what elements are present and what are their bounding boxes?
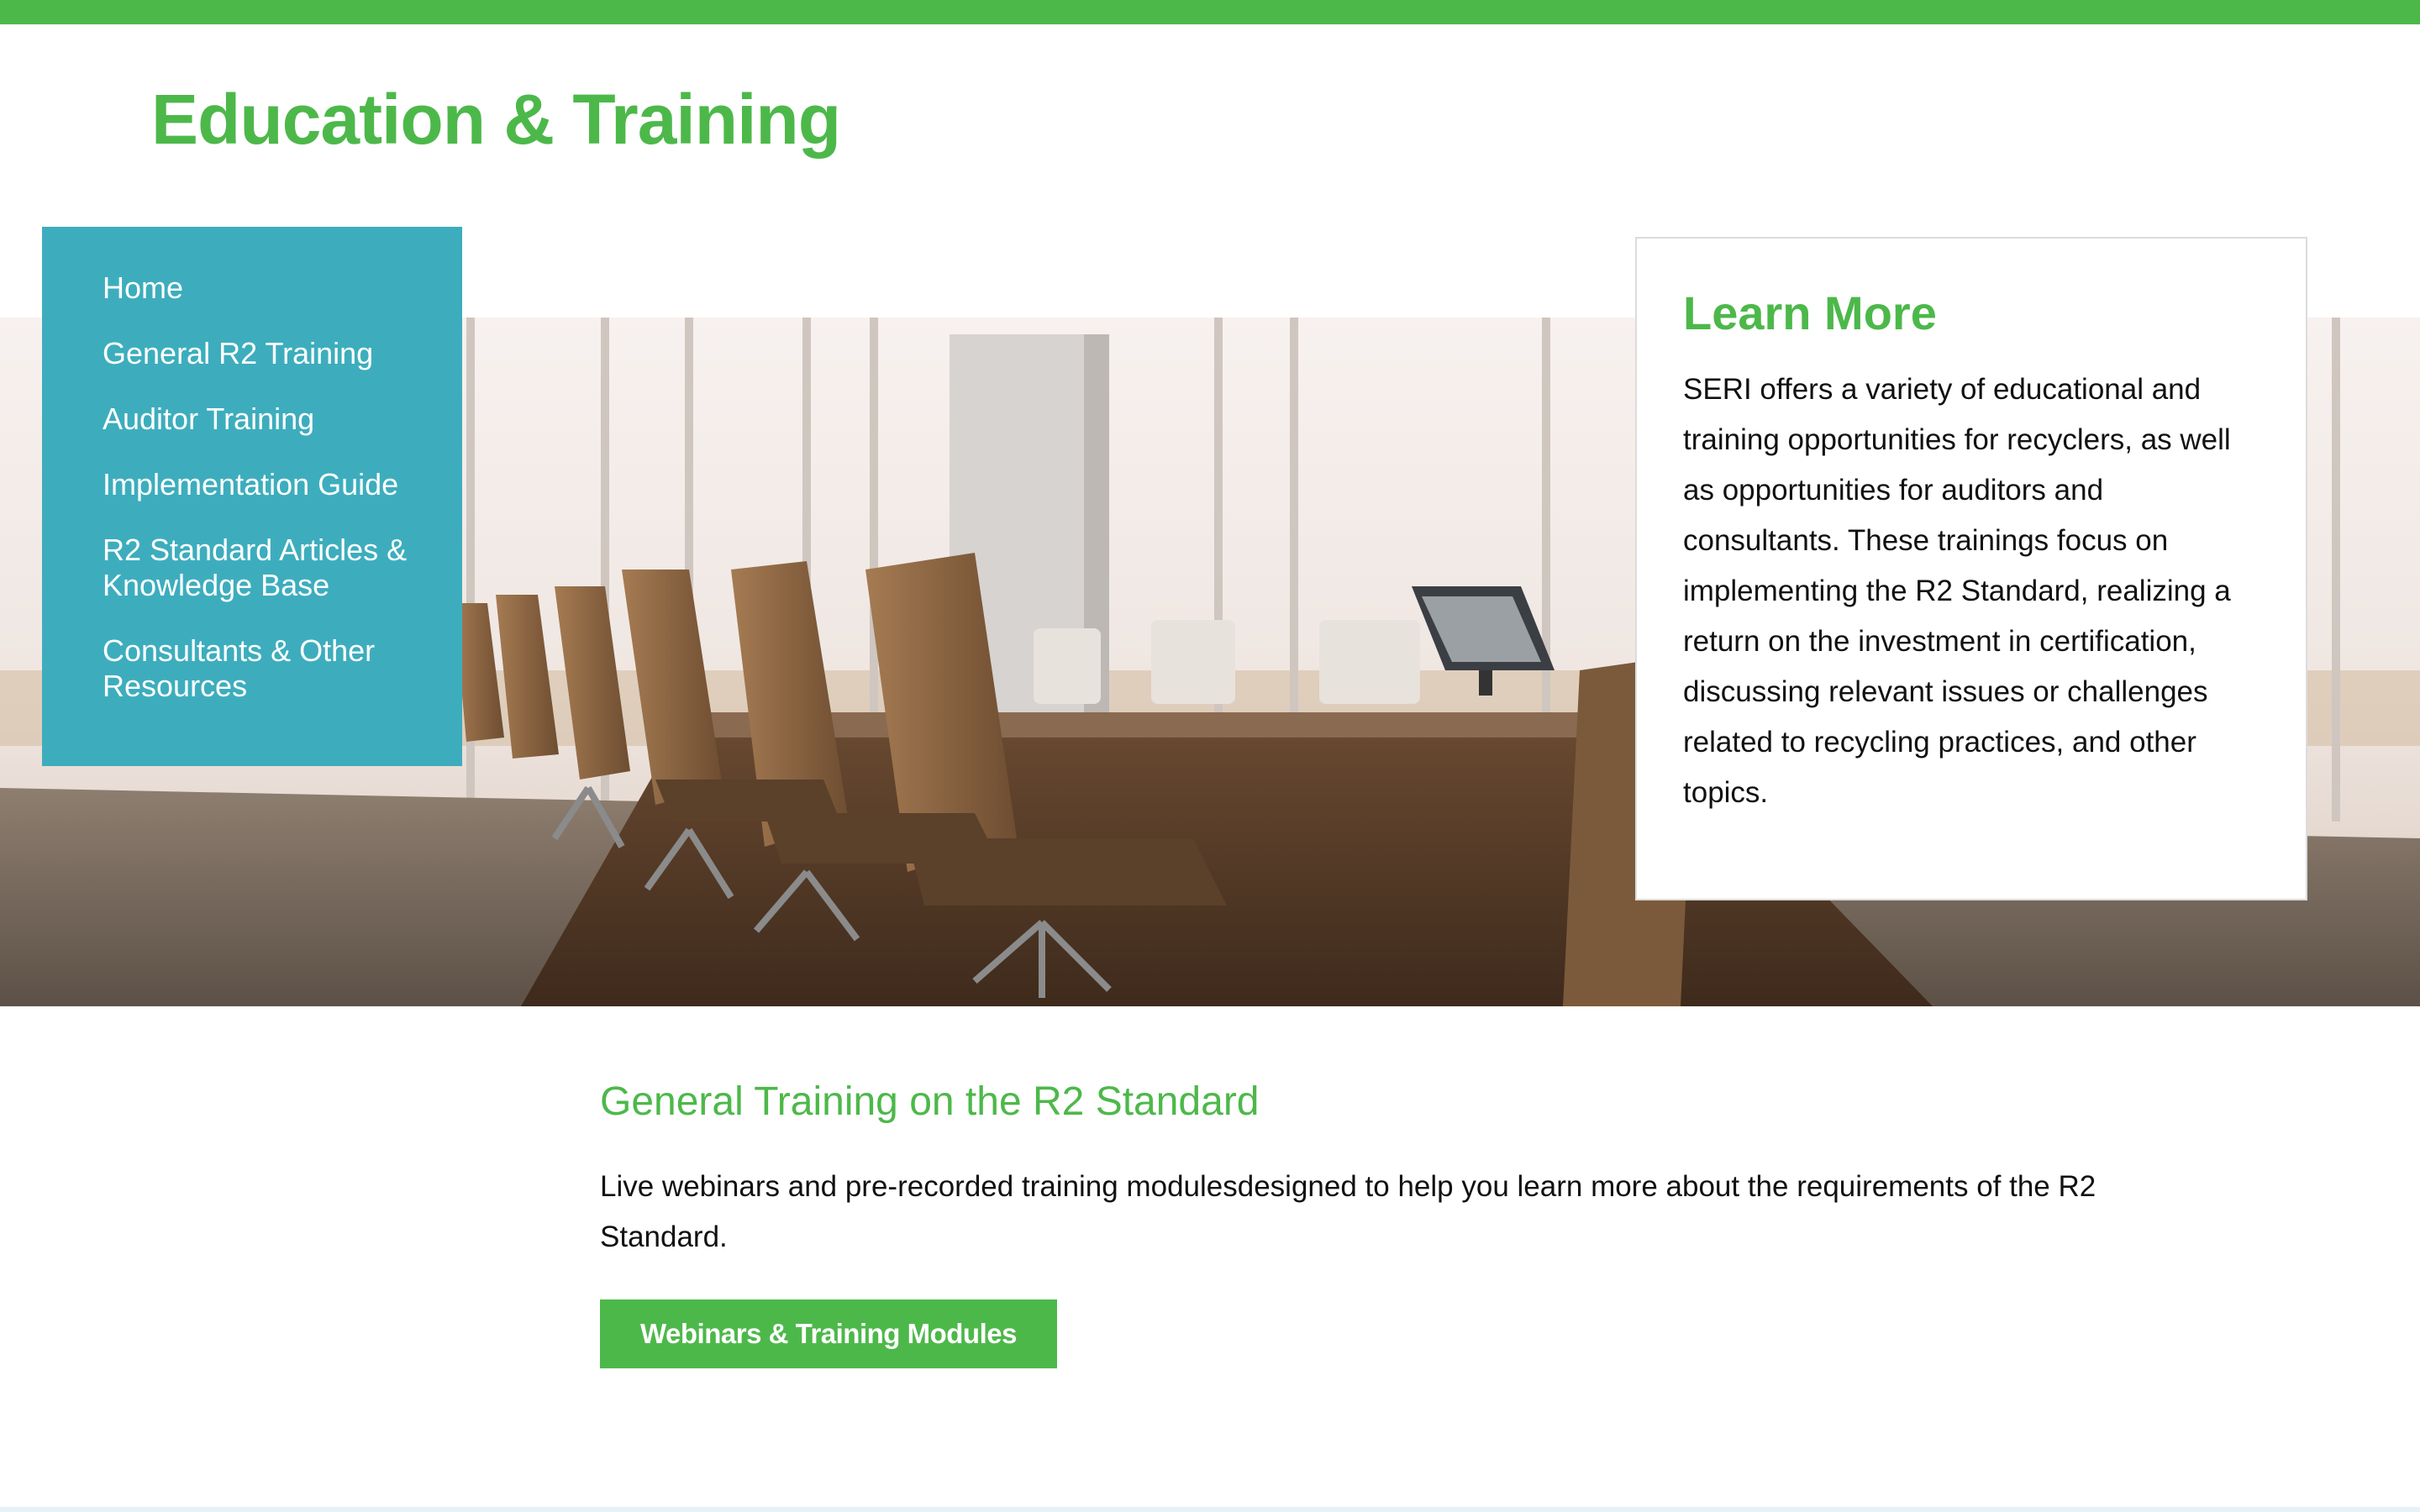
sidebar-item-home[interactable]: Home — [103, 270, 439, 306]
sidebar-item-r2-standard-articles[interactable]: R2 Standard Articles & Knowledge Base — [103, 533, 439, 603]
general-training-heading: General Training on the R2 Standard — [600, 1079, 1260, 1124]
general-training-section: General Training on the R2 Standard Live… — [600, 1079, 2154, 1368]
sidebar-item-auditor-training[interactable]: Auditor Training — [103, 402, 439, 437]
learn-more-text: SERI offers a variety of educational and… — [1683, 372, 2231, 809]
learn-more-title: Learn More — [1683, 286, 1937, 339]
sidebar-item-implementation-guide[interactable]: Implementation Guide — [103, 467, 439, 502]
sidebar-item-consultants-resources[interactable]: Consultants & Other Resources — [103, 633, 439, 704]
learn-more-card: Learn More SERI offers a variety of educ… — [1635, 237, 2307, 900]
webinars-training-modules-button[interactable]: Webinars & Training Modules — [600, 1299, 1057, 1368]
sidebar-item-general-r2-training[interactable]: General R2 Training — [103, 336, 439, 371]
page: Education & Training Home General R2 Tra… — [0, 0, 2420, 1512]
top-accent-bar — [0, 0, 2420, 24]
sidebar-nav: Home General R2 Training Auditor Trainin… — [42, 227, 462, 766]
footer-divider — [0, 1507, 2420, 1512]
page-title: Education & Training — [151, 80, 841, 159]
general-training-description: Live webinars and pre-recorded training … — [600, 1169, 2096, 1253]
